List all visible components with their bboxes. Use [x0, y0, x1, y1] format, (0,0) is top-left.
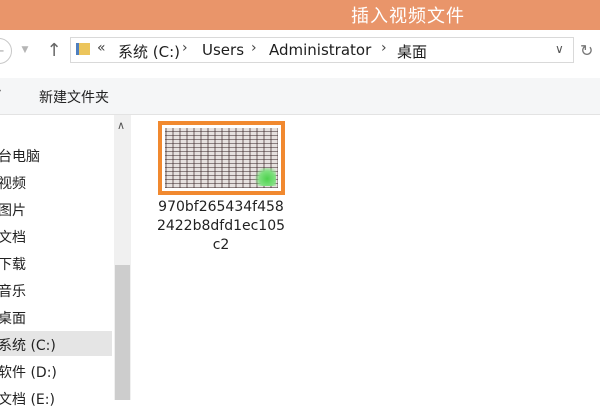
nav-item-videos[interactable]: 视频	[0, 173, 26, 193]
scrollbar-thumb[interactable]	[115, 265, 130, 400]
nav-item-desktop[interactable]: 桌面	[0, 308, 26, 328]
breadcrumb-administrator[interactable]: Administrator	[269, 41, 371, 59]
nav-item-drive-d[interactable]: 软件 (D:)	[0, 362, 57, 382]
navigation-pane: 台电脑 视频 图片 文档 下载 音乐 桌面 系统 (C:) 软件 (D:) 文档…	[0, 115, 114, 408]
refresh-icon: ↻	[580, 40, 594, 60]
nav-scrollbar[interactable]: ∧	[114, 115, 131, 400]
up-button[interactable]: ↑	[44, 39, 64, 61]
new-folder-button[interactable]: 新建文件夹	[39, 87, 109, 107]
nav-item-drive-e[interactable]: 文档 (E:)	[0, 389, 55, 409]
file-name[interactable]: 970bf265434f4582422b8dfd1ec105c2	[155, 198, 287, 255]
breadcrumb-separator-icon[interactable]: ›	[251, 40, 257, 56]
refresh-button[interactable]: ↻	[580, 39, 600, 61]
nav-item-pictures[interactable]: 图片	[0, 200, 26, 220]
file-list: 970bf265434f4582422b8dfd1ec105c2	[131, 115, 600, 400]
address-bar[interactable]: « 系统 (C:) › Users › Administrator › 桌面 ∨	[70, 37, 574, 63]
nav-item-documents[interactable]: 文档	[0, 227, 26, 247]
image-thumbnail-icon	[165, 128, 278, 188]
back-arrow-icon: ←	[0, 44, 4, 59]
breadcrumb-users[interactable]: Users	[202, 41, 244, 59]
breadcrumb-overflow-icon[interactable]: «	[97, 40, 106, 56]
breadcrumb-separator-icon[interactable]: ›	[182, 40, 188, 56]
file-item[interactable]	[158, 121, 285, 195]
organize-caret-icon[interactable]: ▾	[0, 87, 1, 98]
scroll-up-icon[interactable]: ∧	[117, 119, 125, 132]
nav-item-downloads[interactable]: 下载	[0, 254, 26, 274]
breadcrumb-separator-icon[interactable]: ›	[381, 40, 387, 56]
address-dropdown-icon[interactable]: ∨	[555, 42, 564, 56]
back-button[interactable]: ←	[0, 38, 12, 64]
recent-locations-button[interactable]: ▼	[19, 40, 31, 60]
breadcrumb-drive[interactable]: 系统 (C:)	[118, 41, 180, 62]
up-arrow-icon: ↑	[46, 39, 62, 61]
nav-item-drive-c[interactable]: 系统 (C:)	[0, 335, 56, 355]
nav-item-this-pc[interactable]: 台电脑	[0, 146, 40, 166]
folder-icon	[76, 43, 90, 55]
title-bar: 插入视频文件	[0, 0, 600, 30]
chevron-down-icon: ▼	[21, 45, 29, 55]
window-title: 插入视频文件	[351, 6, 465, 27]
address-row: ← ▼ ↑ « 系统 (C:) › Users › Administrator …	[0, 30, 600, 72]
breadcrumb-desktop[interactable]: 桌面	[397, 41, 427, 62]
nav-item-music[interactable]: 音乐	[0, 281, 26, 301]
command-bar: ▾ 新建文件夹	[0, 78, 600, 115]
